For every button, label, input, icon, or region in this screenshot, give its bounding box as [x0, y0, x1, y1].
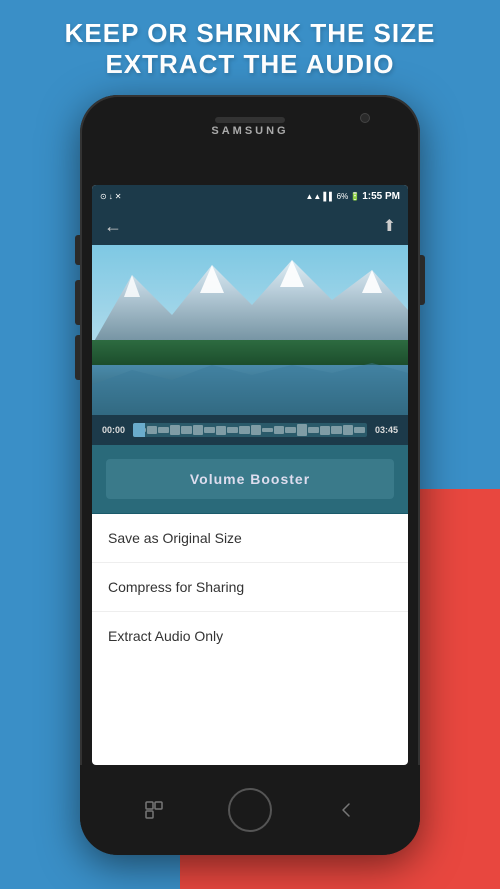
- recent-apps-button[interactable]: [139, 795, 169, 825]
- menu-item-save-original[interactable]: Save as Original Size: [92, 514, 408, 563]
- wbar: [181, 426, 192, 433]
- wifi-icon: ▲▲: [305, 192, 321, 201]
- speaker-grille: [215, 117, 285, 123]
- wbar: [239, 426, 250, 434]
- wbar: [147, 426, 158, 434]
- wbar: [320, 426, 331, 435]
- brand-label: SAMSUNG: [211, 125, 288, 137]
- options-dropdown: Save as Original Size Compress for Shari…: [92, 514, 408, 660]
- status-bar: ⊙ ↓ ✕ ▲▲ ▌▌ 6% 🔋 1:55 PM: [92, 185, 408, 207]
- headline: KEEP OR SHRINK THE SIZE EXTRACT THE AUDI…: [0, 18, 500, 80]
- wbar: [297, 424, 308, 435]
- wbar: [354, 427, 365, 432]
- back-nav-button[interactable]: [331, 795, 361, 825]
- headline-line2: EXTRACT THE AUDIO: [105, 49, 394, 79]
- waveform[interactable]: [133, 423, 367, 437]
- wbar: [227, 427, 238, 434]
- timeline-bar[interactable]: 00:00: [92, 415, 408, 445]
- volume-down-button[interactable]: [75, 280, 80, 325]
- wbar: [193, 425, 204, 435]
- wbar: [158, 427, 169, 433]
- volume-booster-section: Volume Booster: [92, 445, 408, 514]
- wbar: [251, 425, 262, 435]
- bixby-button[interactable]: [75, 335, 80, 380]
- power-button[interactable]: [420, 255, 425, 305]
- video-thumbnail: [92, 245, 408, 415]
- menu-item-extract-audio[interactable]: Extract Audio Only: [92, 612, 408, 660]
- volume-booster-button[interactable]: Volume Booster: [106, 459, 394, 499]
- notification-icon-1: ⊙: [100, 192, 107, 201]
- notification-icon-3: ✕: [115, 192, 122, 201]
- waveform-progress: [133, 423, 145, 437]
- notification-icon-2: ↓: [109, 192, 113, 201]
- front-camera: [360, 113, 370, 123]
- wbar: [285, 427, 296, 434]
- app-header: ← ⬆: [92, 207, 408, 245]
- wbar: [262, 428, 273, 433]
- wbar: [308, 427, 319, 433]
- home-button[interactable]: [228, 788, 272, 832]
- wbar: [274, 426, 285, 434]
- wbar: [331, 426, 342, 433]
- waveform-bars: [133, 423, 367, 437]
- phone-top-bezel: SAMSUNG: [80, 95, 420, 145]
- wbar: [216, 426, 227, 435]
- status-right-icons: ▲▲ ▌▌ 6% 🔋 1:55 PM: [305, 191, 400, 202]
- time-end: 03:45: [375, 425, 398, 435]
- signal-icon: ▌▌: [323, 192, 334, 201]
- share-button[interactable]: ⬆: [383, 216, 396, 236]
- menu-item-compress[interactable]: Compress for Sharing: [92, 563, 408, 612]
- wbar: [204, 427, 215, 432]
- volume-up-button[interactable]: [75, 235, 80, 265]
- status-left-icons: ⊙ ↓ ✕: [100, 192, 121, 201]
- battery-percent: 6%: [337, 192, 349, 201]
- back-button[interactable]: ←: [104, 216, 122, 237]
- battery-icon: 🔋: [350, 192, 360, 201]
- landscape-svg: [92, 245, 408, 415]
- phone-bottom-nav: [80, 765, 420, 855]
- phone-frame: SAMSUNG ⊙ ↓ ✕ ▲▲ ▌▌ 6% 🔋 1:55 PM ← ⬆: [80, 95, 420, 855]
- status-time: 1:55 PM: [362, 191, 400, 202]
- wbar: [343, 425, 354, 435]
- time-start: 00:00: [102, 425, 125, 435]
- video-preview: [92, 245, 408, 415]
- phone-screen: ⊙ ↓ ✕ ▲▲ ▌▌ 6% 🔋 1:55 PM ← ⬆: [92, 185, 408, 765]
- headline-line1: KEEP OR SHRINK THE SIZE: [65, 18, 436, 48]
- wbar: [170, 425, 181, 436]
